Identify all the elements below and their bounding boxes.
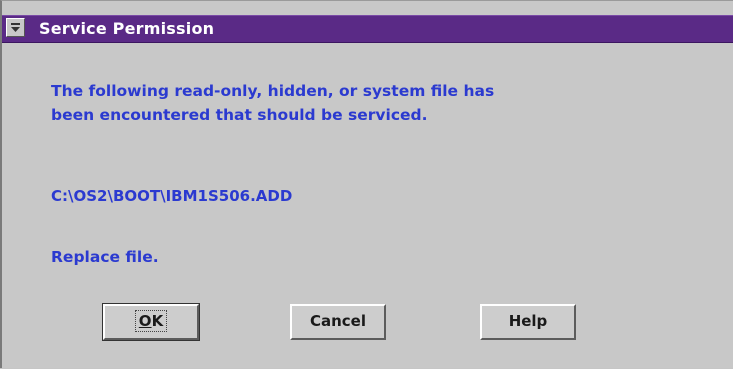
file-path: C:\OS2\BOOT\IBM1S506.ADD [51, 187, 293, 205]
message-line-2: been encountered that should be serviced… [51, 106, 428, 124]
message-line-1: The following read-only, hidden, or syst… [51, 82, 495, 100]
ok-mnemonic: O [138, 312, 152, 330]
system-menu-icon[interactable] [6, 18, 25, 37]
cancel-button[interactable]: Cancel [290, 304, 386, 340]
window-title: Service Permission [39, 19, 215, 38]
ok-button-label: OK [134, 310, 168, 332]
service-permission-dialog: Service Permission The following read-on… [0, 0, 733, 368]
help-button[interactable]: Help [480, 304, 576, 340]
action-text: Replace file. [51, 248, 159, 266]
ok-label-rest: K [151, 312, 164, 330]
ok-button[interactable]: OK [102, 303, 200, 341]
title-bar[interactable]: Service Permission [2, 15, 733, 43]
